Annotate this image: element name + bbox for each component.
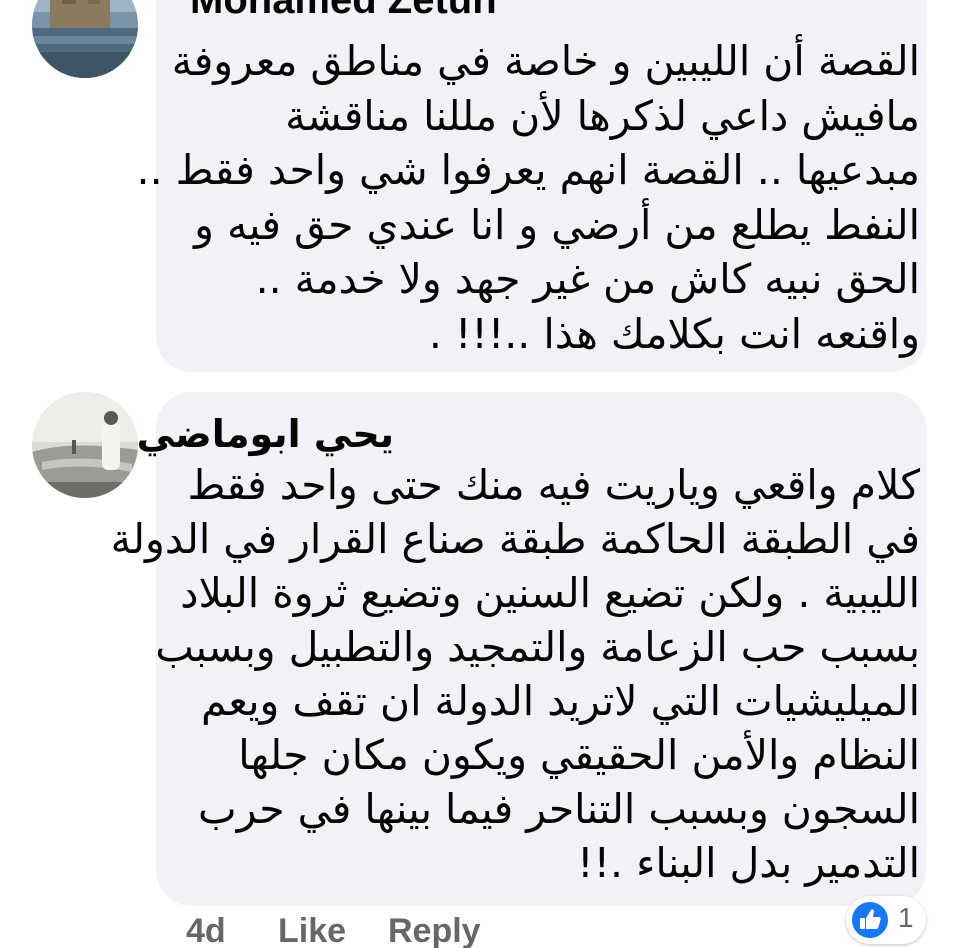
comment-line: واقنعه انت بكلامك هذا ..!!! . (428, 309, 920, 358)
avatar[interactable] (32, 0, 138, 78)
comment-line: مبدعيها .. القصة انهم يعرفوا شي واحد فقط… (136, 146, 920, 194)
comment-text: كلام واقعي وياريت فيه منك حتى واحد فقط ف… (111, 458, 920, 890)
reply-button[interactable]: Reply (388, 912, 481, 948)
comment-line: النفط يطلع من أرضي و انا عندي حق فيه و (194, 200, 920, 249)
comment-thread: Mohamed Zetun القصة أن الليبين و خاصة في… (0, 0, 960, 948)
comment-line: بسبب حب الزعامة والتمجيد والتطبيل وبسبب (155, 623, 920, 671)
timestamp-link[interactable]: 4d (186, 912, 226, 948)
reaction-summary[interactable]: 1 (846, 896, 926, 944)
comment-author[interactable]: يحي ابوماضي (137, 412, 394, 456)
reaction-count: 1 (898, 902, 914, 933)
comment-line: الميليشيات التي لاتريد الدولة ان تقف ويع… (201, 677, 920, 725)
avatar-photo-landscape (32, 0, 138, 78)
comment-author[interactable]: Mohamed Zetun (190, 0, 497, 23)
comment-line: مافيش داعي لذكرها لأن مللنا مناقشة (285, 91, 920, 140)
comment-line: القصة أن الليبين و خاصة في مناطق معروفة (171, 37, 920, 85)
comment-line: الحق نبيه كاش من غير جهد ولا خدمة .. (255, 255, 920, 303)
comment-line: الليبية . ولكن تضيع السنين وتضيع ثروة ال… (180, 569, 920, 617)
comment-line: النظام والأمن الحقيقي ويكون مكان جلها (238, 731, 920, 779)
like-button[interactable]: Like (278, 912, 346, 948)
comment-line: في الطبقة الحاكمة طبقة صناع القرار في ال… (110, 515, 920, 563)
comment-text: القصة أن الليبين و خاصة في مناطق معروفة … (137, 34, 920, 361)
like-thumb-icon (850, 900, 890, 940)
comment-line: كلام واقعي وياريت فيه منك حتى واحد فقط (187, 461, 920, 509)
comment-line: التدمير بدل البناء .!! (577, 839, 920, 887)
comment-line: السجون وبسبب التناحر فيما بينها في حرب (198, 785, 920, 833)
